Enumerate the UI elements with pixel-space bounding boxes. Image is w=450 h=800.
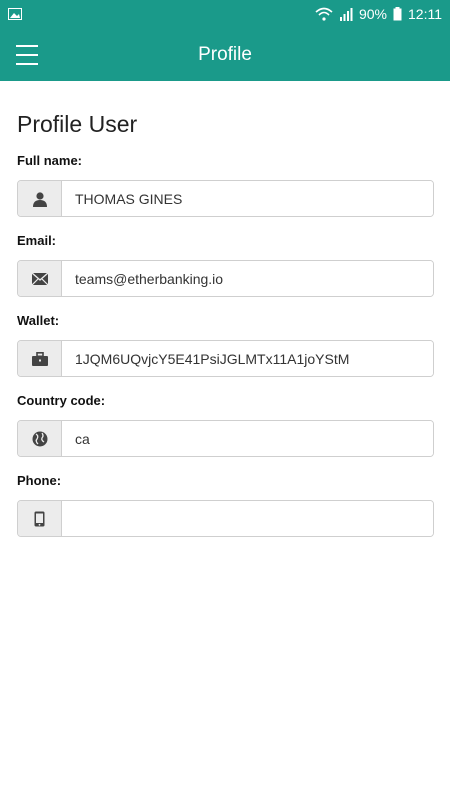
- briefcase-icon: [18, 341, 62, 376]
- status-bar: 90% 12:11: [0, 0, 450, 28]
- image-icon: [8, 8, 22, 20]
- email-label: Email:: [17, 233, 57, 248]
- wallet-label: Wallet:: [17, 313, 60, 328]
- profile-form: Profile User Full name: Email: Wallet:: [17, 111, 434, 553]
- country-code-input-group: [17, 420, 434, 457]
- email-input-group: [17, 260, 434, 297]
- phone-label: Phone:: [17, 473, 62, 488]
- battery-icon: [393, 7, 402, 21]
- full-name-label: Full name:: [17, 153, 83, 168]
- country-code-field: Country code:: [17, 393, 434, 457]
- full-name-input-group: [17, 180, 434, 217]
- user-icon: [18, 181, 62, 216]
- page-title: Profile User: [17, 111, 138, 137]
- phone-field: Phone:: [17, 473, 434, 537]
- country-code-input[interactable]: [62, 421, 433, 456]
- globe-icon: [18, 421, 62, 456]
- signal-icon: [339, 7, 353, 21]
- battery-percent: 90%: [358, 6, 387, 22]
- hamburger-menu-icon[interactable]: [16, 45, 38, 65]
- country-code-label: Country code:: [17, 393, 106, 408]
- clock: 12:11: [408, 6, 442, 22]
- phone-input[interactable]: [62, 501, 433, 536]
- wallet-input[interactable]: [62, 341, 433, 376]
- wifi-icon: [315, 7, 333, 21]
- app-bar-title: Profile: [198, 43, 252, 65]
- full-name-field: Full name:: [17, 153, 434, 217]
- envelope-icon: [18, 261, 62, 296]
- mobile-phone-icon: [18, 501, 62, 536]
- wallet-input-group: [17, 340, 434, 377]
- email-field: Email:: [17, 233, 434, 297]
- app-bar: Profile: [0, 28, 450, 81]
- phone-input-group: [17, 500, 434, 537]
- email-input[interactable]: [62, 261, 433, 296]
- full-name-input[interactable]: [62, 181, 433, 216]
- wallet-field: Wallet:: [17, 313, 434, 377]
